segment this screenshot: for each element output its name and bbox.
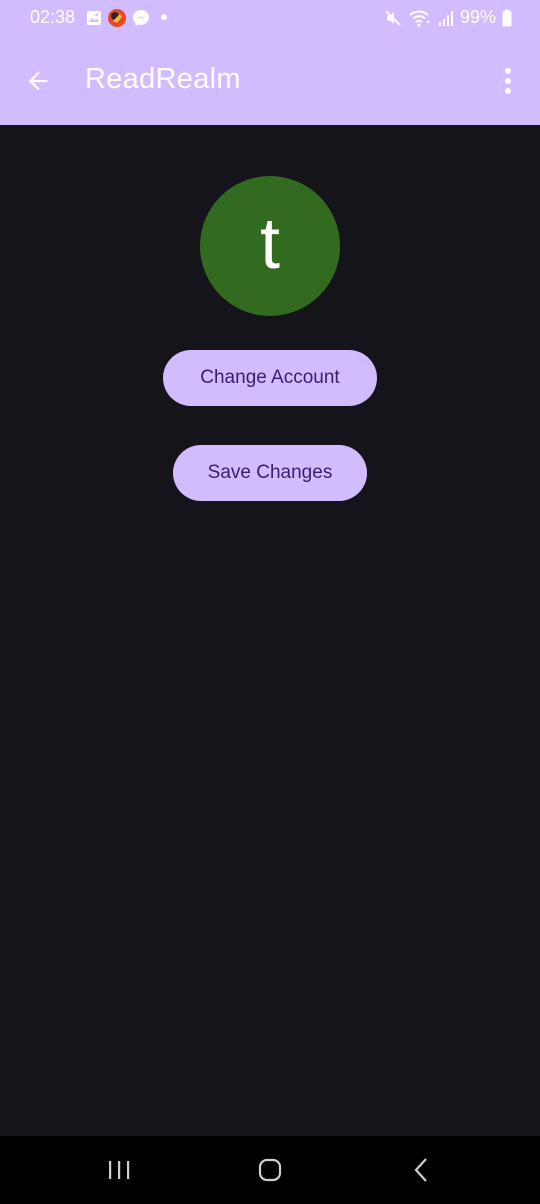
- app-bar: ReadRealm: [0, 36, 540, 125]
- recents-icon: [109, 1161, 130, 1179]
- mute-icon: [385, 9, 401, 26]
- home-icon: [258, 1158, 282, 1182]
- signal-icon: [438, 10, 453, 26]
- recents-button[interactable]: [89, 1150, 149, 1190]
- change-account-button[interactable]: Change Account: [163, 350, 377, 406]
- avatar[interactable]: t: [200, 176, 340, 316]
- arrow-back-icon: [28, 71, 48, 91]
- back-icon: [414, 1158, 427, 1182]
- more-vert-icon: [505, 68, 511, 94]
- app-notification-icon: [108, 9, 126, 27]
- dot-icon: [161, 14, 167, 20]
- save-changes-button[interactable]: Save Changes: [173, 445, 367, 501]
- gallery-icon: [87, 11, 101, 25]
- status-bar: 02:38 99%: [0, 0, 540, 36]
- system-back-button[interactable]: [391, 1150, 451, 1190]
- messenger-icon: [133, 10, 149, 26]
- more-options-button[interactable]: [490, 61, 526, 101]
- status-time: 02:38: [30, 7, 76, 27]
- app-title: ReadRealm: [85, 63, 241, 95]
- avatar-letter: t: [259, 204, 280, 284]
- back-button[interactable]: [18, 61, 58, 101]
- battery-percent: 99%: [459, 7, 496, 27]
- status-right-group: 99%: [384, 7, 512, 28]
- wifi-icon: [409, 10, 430, 26]
- navigation-bar: [0, 1136, 540, 1204]
- battery-icon: [502, 9, 512, 26]
- home-button[interactable]: [240, 1150, 300, 1190]
